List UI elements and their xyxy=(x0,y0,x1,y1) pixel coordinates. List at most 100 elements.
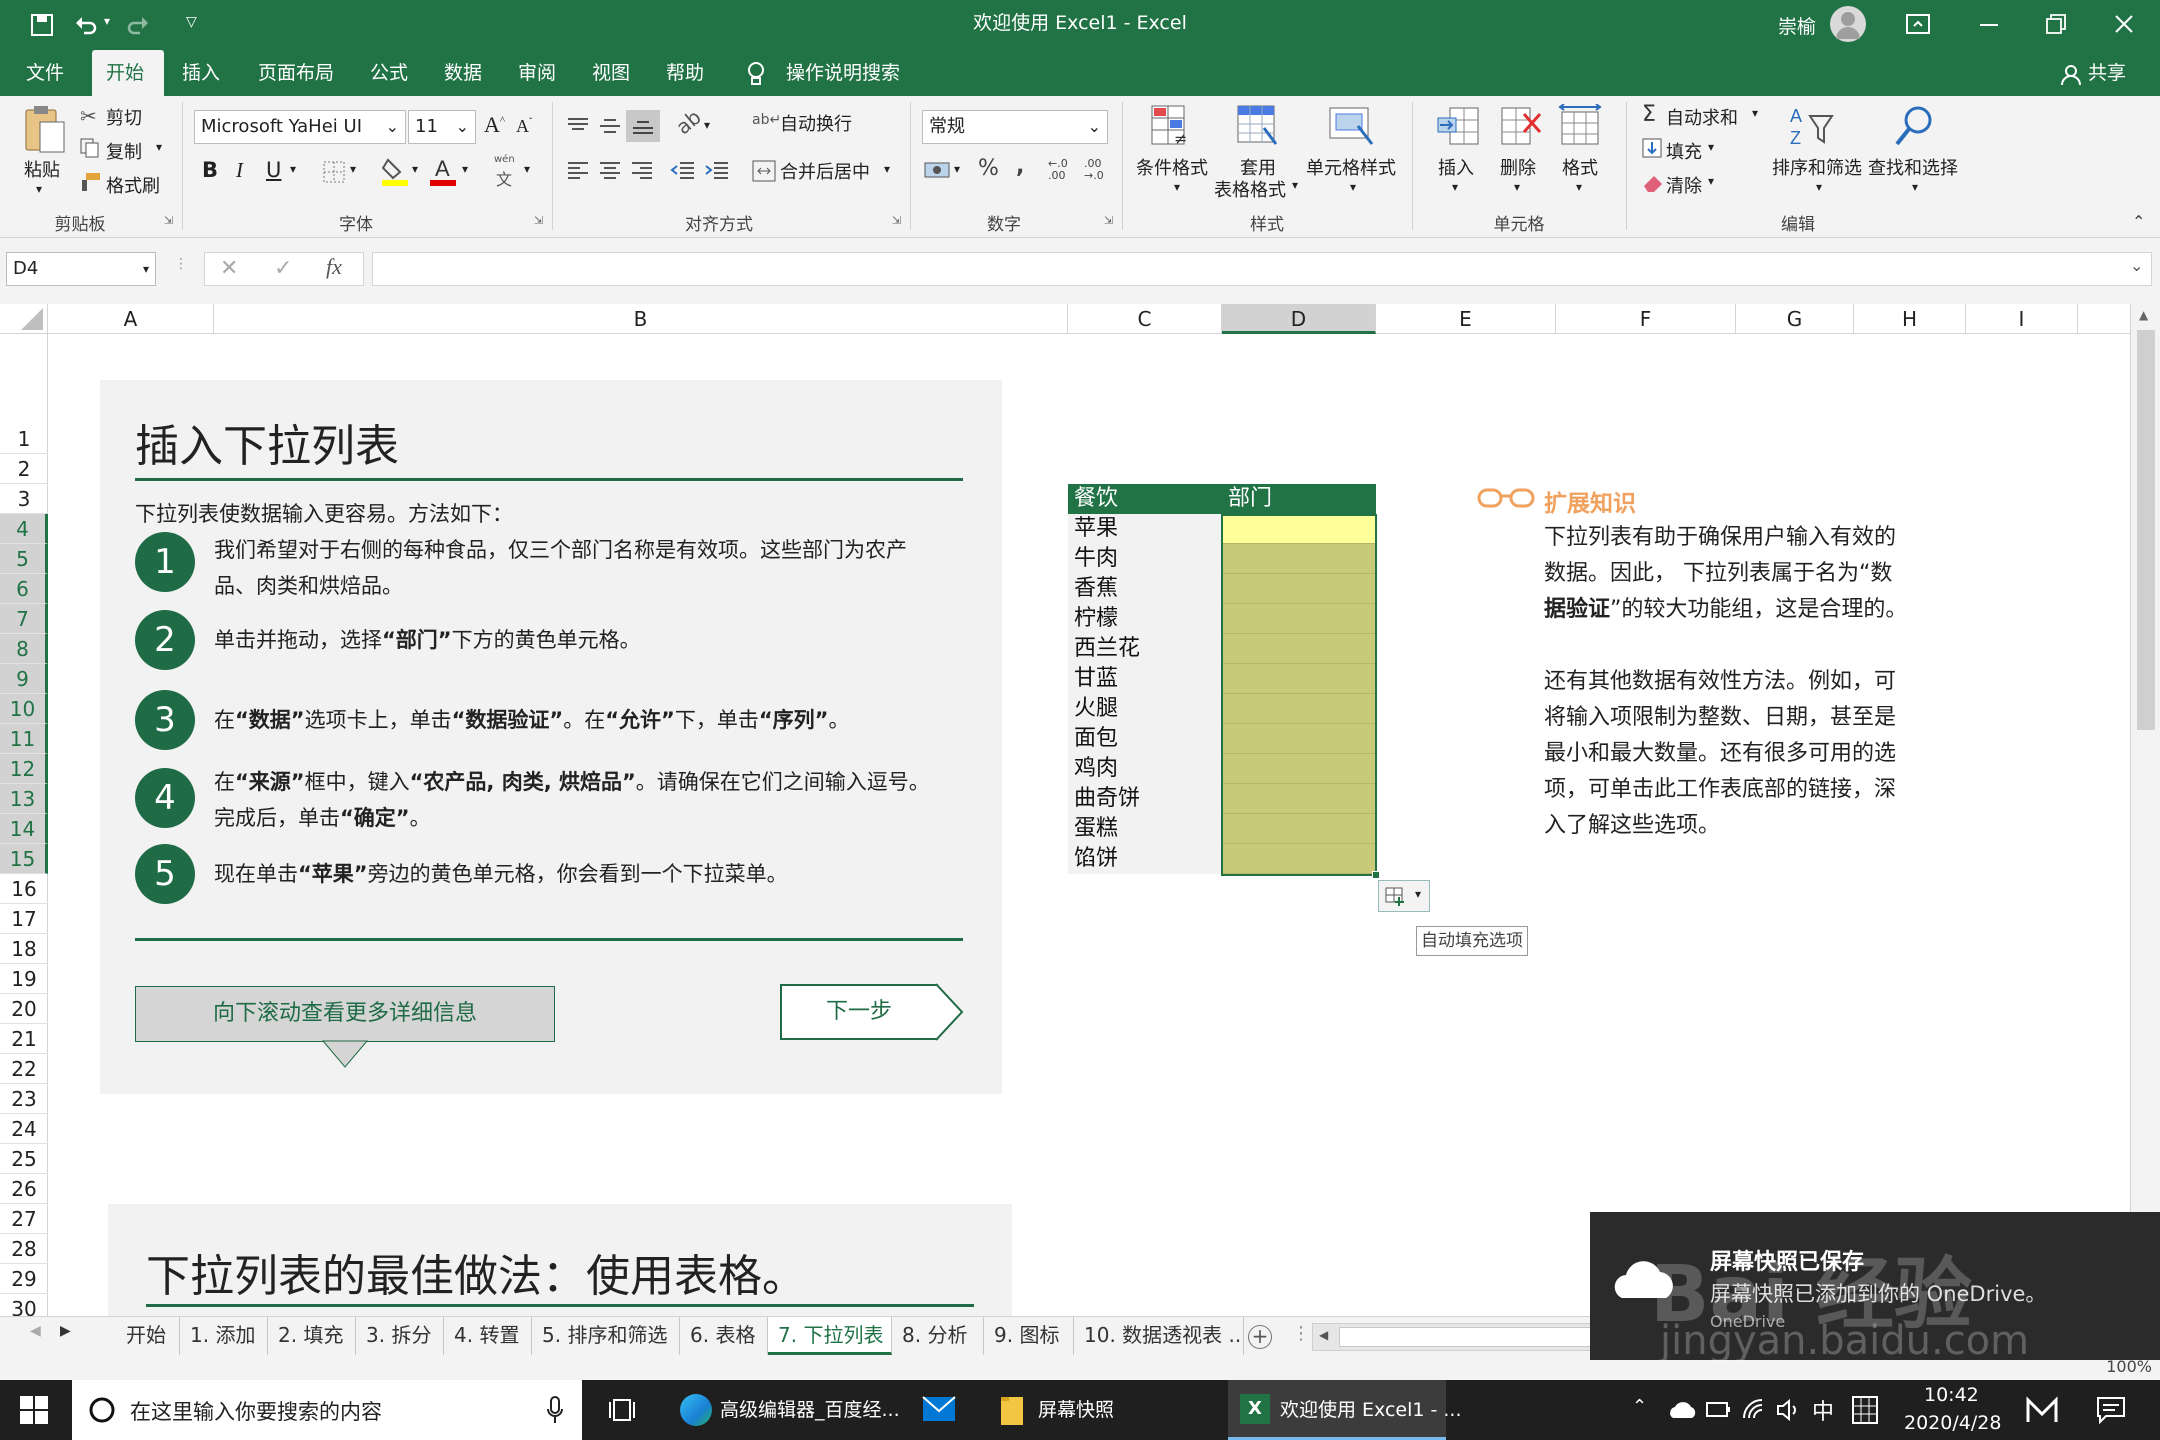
orientation-dropdown-icon[interactable]: ▾ xyxy=(704,118,710,132)
row-header-26[interactable]: 26 xyxy=(0,1174,48,1204)
phonetic-dropdown-icon[interactable]: ▾ xyxy=(524,162,530,176)
tab-splitter-icon[interactable]: ⋮ xyxy=(1292,1323,1310,1344)
phonetic-pinyin[interactable]: wén xyxy=(494,154,515,165)
table-cell-dept[interactable] xyxy=(1222,574,1376,604)
meet-now-icon[interactable] xyxy=(2026,1396,2058,1424)
scroll-up-icon[interactable]: ▲ xyxy=(2139,308,2148,322)
sheet-tab[interactable]: 4. 转置 xyxy=(444,1317,532,1355)
table-cell-dept[interactable] xyxy=(1222,604,1376,634)
row-header-24[interactable]: 24 xyxy=(0,1114,48,1144)
cell-styles-dropdown-icon[interactable]: ▾ xyxy=(1350,180,1356,194)
table-cell-food[interactable]: 甘蓝 xyxy=(1068,664,1222,694)
accounting-dropdown-icon[interactable]: ▾ xyxy=(954,162,960,176)
restore-icon[interactable] xyxy=(2046,14,2066,34)
column-header-i[interactable]: I xyxy=(1966,304,2078,334)
tab-file[interactable]: 文件 xyxy=(12,50,78,96)
taskbar-app-screenshots[interactable]: 屏幕快照 xyxy=(990,1380,1220,1440)
table-cell-dept[interactable] xyxy=(1222,754,1376,784)
table-cell-food[interactable]: 馅饼 xyxy=(1068,844,1222,874)
fill-dropdown-icon[interactable]: ▾ xyxy=(1708,140,1714,154)
format-as-table-button[interactable]: 表格格式 xyxy=(1214,176,1286,202)
battery-icon[interactable] xyxy=(1706,1400,1730,1420)
clock-date[interactable]: 2020/4/28 xyxy=(1904,1412,2001,1434)
increase-decimal-icon[interactable]: ←.0.00 xyxy=(1048,158,1068,182)
sheet-tab[interactable]: 9. 图标 xyxy=(984,1317,1074,1355)
conditional-format-button[interactable]: 条件格式 xyxy=(1136,154,1208,180)
align-left-icon[interactable] xyxy=(566,160,590,180)
increase-indent-icon[interactable] xyxy=(704,160,730,180)
row-header-6[interactable]: 6 xyxy=(0,574,48,604)
confirm-entry-icon[interactable]: ✓ xyxy=(274,256,292,281)
task-view-icon[interactable] xyxy=(608,1396,636,1424)
tell-me-search[interactable]: 操作说明搜索 xyxy=(772,50,914,96)
row-header-10[interactable]: 10 xyxy=(0,694,48,724)
sort-filter-button[interactable]: 排序和筛选 xyxy=(1772,154,1862,180)
table-cell-dept[interactable] xyxy=(1222,514,1376,544)
delete-cells-dropdown-icon[interactable]: ▾ xyxy=(1514,180,1520,194)
row-header-14[interactable]: 14 xyxy=(0,814,48,844)
decrease-indent-icon[interactable] xyxy=(670,160,696,180)
ribbon-display-icon[interactable] xyxy=(1906,14,1930,36)
table-cell-food[interactable]: 火腿 xyxy=(1068,694,1222,724)
format-painter-button[interactable]: 格式刷 xyxy=(106,172,160,198)
sheet-tab[interactable]: 10. 数据透视表 ... xyxy=(1074,1317,1244,1355)
table-header-dept[interactable]: 部门 xyxy=(1222,484,1376,514)
column-header-d[interactable]: D xyxy=(1222,304,1376,334)
autofill-options-button[interactable]: ▾ xyxy=(1378,880,1430,912)
number-launcher-icon[interactable]: ⇲ xyxy=(1104,214,1113,227)
wifi-icon[interactable] xyxy=(1742,1398,1766,1422)
row-header-18[interactable]: 18 xyxy=(0,934,48,964)
action-center-icon[interactable] xyxy=(2096,1396,2126,1424)
align-right-icon[interactable] xyxy=(630,160,654,180)
table-cell-dept[interactable] xyxy=(1222,844,1376,874)
phonetic-icon[interactable]: 文 xyxy=(496,166,512,190)
tab-help[interactable]: 帮助 xyxy=(652,50,718,96)
align-middle-icon[interactable] xyxy=(598,116,622,136)
cell-styles-button[interactable]: 单元格样式 xyxy=(1306,154,1396,180)
table-cell-dept[interactable] xyxy=(1222,544,1376,574)
borders-icon[interactable] xyxy=(322,160,346,184)
insert-cells-button[interactable]: 插入 xyxy=(1438,154,1474,180)
fill-button[interactable]: 填充 xyxy=(1666,138,1702,164)
percent-style-button[interactable]: % xyxy=(978,156,999,181)
table-cell-food[interactable]: 曲奇饼 xyxy=(1068,784,1222,814)
table-cell-dept[interactable] xyxy=(1222,634,1376,664)
table-cell-food[interactable]: 鸡肉 xyxy=(1068,754,1222,784)
next-sheet-icon[interactable]: ▶ xyxy=(60,1323,71,1339)
row-header-21[interactable]: 21 xyxy=(0,1024,48,1054)
wrap-text-button[interactable]: 自动换行 xyxy=(780,110,852,136)
sheet-tab[interactable]: 7. 下拉列表 xyxy=(768,1317,892,1355)
increase-font-icon[interactable]: A^ xyxy=(484,112,505,138)
conditional-format-dropdown-icon[interactable]: ▾ xyxy=(1174,180,1180,194)
add-sheet-icon[interactable]: + xyxy=(1248,1325,1272,1349)
table-cell-food[interactable]: 柠檬 xyxy=(1068,604,1222,634)
clock-time[interactable]: 10:42 xyxy=(1924,1384,1979,1406)
align-bottom-button[interactable] xyxy=(626,110,660,142)
row-header-4[interactable]: 4 xyxy=(0,514,48,544)
scroll-down-button[interactable]: 向下滚动查看更多详细信息 xyxy=(135,986,555,1042)
tab-view[interactable]: 视图 xyxy=(578,50,644,96)
autosum-button[interactable]: 自动求和 xyxy=(1666,104,1738,130)
fill-color-icon[interactable] xyxy=(382,156,410,186)
format-as-table-dropdown-icon[interactable]: ▾ xyxy=(1292,178,1298,192)
notification-toast[interactable]: 屏幕快照已保存 屏幕快照已添加到你的 OneDrive。 OneDrive Ba… xyxy=(1590,1212,2160,1364)
font-size-combo[interactable]: 11 ⌄ xyxy=(408,110,476,144)
column-header-a[interactable]: A xyxy=(48,304,214,334)
row-header-13[interactable]: 13 xyxy=(0,784,48,814)
taskbar-search[interactable]: 在这里输入你要搜索的内容 xyxy=(72,1380,582,1440)
clear-dropdown-icon[interactable]: ▾ xyxy=(1708,174,1714,188)
prev-sheet-icon[interactable]: ◀ xyxy=(30,1323,41,1339)
sheet-tab[interactable]: 8. 分析 xyxy=(892,1317,984,1355)
table-cell-food[interactable]: 香蕉 xyxy=(1068,574,1222,604)
next-step-button[interactable]: 下一步 xyxy=(780,984,938,1040)
sheet-tab[interactable]: 3. 拆分 xyxy=(356,1317,444,1355)
column-header-g[interactable]: G xyxy=(1736,304,1854,334)
align-top-icon[interactable] xyxy=(566,116,590,136)
merge-center-button[interactable]: 合并后居中 xyxy=(780,158,870,184)
paste-button[interactable]: 粘贴 xyxy=(24,156,60,182)
row-header-11[interactable]: 11 xyxy=(0,724,48,754)
row-header-27[interactable]: 27 xyxy=(0,1204,48,1234)
scroll-left-icon[interactable]: ◀ xyxy=(1319,1328,1328,1342)
column-header-e[interactable]: E xyxy=(1376,304,1556,334)
table-cell-dept[interactable] xyxy=(1222,664,1376,694)
